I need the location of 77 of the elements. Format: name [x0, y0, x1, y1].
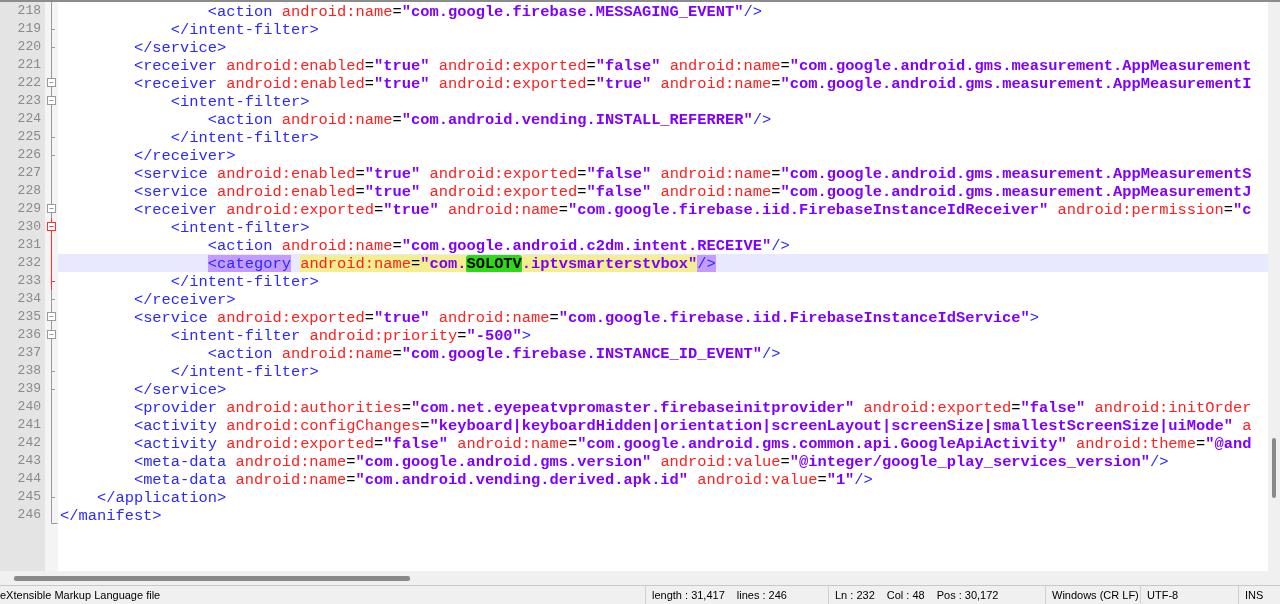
line-number: 230	[16, 218, 42, 236]
line-ending-text: Windows (CR LF)	[1052, 589, 1139, 601]
position-text: Pos : 30,172	[936, 589, 999, 601]
line-number: 220	[16, 38, 42, 56]
line-number: 235	[16, 308, 42, 326]
fold-toggle-icon[interactable]	[45, 326, 58, 344]
code-line: </application>	[95, 489, 227, 506]
fold-toggle-icon[interactable]	[45, 74, 58, 92]
code-line: <activity android:exported="false" android:name="com.google.android.gms.common.api.GoogleApiActivity" android:theme="@and	[132, 435, 1252, 452]
line-number: 241	[16, 416, 42, 434]
column-text: Col : 48	[886, 589, 925, 601]
line-number: 240	[16, 398, 42, 416]
code-line: </receiver>	[132, 291, 236, 308]
code-line: </intent-filter>	[169, 129, 319, 146]
code-line: </intent-filter>	[169, 21, 319, 38]
file-type-text: eXtensible Markup Language file	[0, 589, 161, 601]
line-number: 218	[16, 2, 42, 20]
fold-toggle-icon[interactable]	[45, 218, 58, 236]
code-line: <intent-filter android:priority="-500">	[169, 327, 532, 344]
scrollbar-thumb[interactable]	[14, 575, 410, 581]
code-line: </receiver>	[132, 147, 236, 164]
encoding-text: UTF-8	[1147, 589, 1179, 601]
code-line: </service>	[132, 381, 227, 398]
line-number: 242	[16, 434, 42, 452]
lines-text: lines : 246	[736, 589, 787, 601]
line-number: 238	[16, 362, 42, 380]
code-line: <service android:enabled="true" android:exported="false" android:name="com.google.android.gms.measurement.AppMeasurementJ	[132, 183, 1252, 200]
line-number: 228	[16, 182, 42, 200]
line-number: 223	[16, 92, 42, 110]
code-line: <meta-data android:name="com.google.android.gms.version" android:value="@integer/google_play_services_version"/>	[132, 453, 1169, 470]
line-position-text: Ln : 232	[835, 589, 875, 601]
line-number: 244	[16, 470, 42, 488]
code-line: <action android:name="com.google.android.c2dm.intent.RECEIVE"/>	[206, 237, 790, 254]
code-line: </manifest>	[60, 507, 162, 524]
scrollbar-thumb[interactable]	[1272, 438, 1276, 498]
line-number: 237	[16, 344, 42, 362]
code-line: <provider android:authorities="com.net.eyepeatvpromaster.firebaseinitprovider" android:exported="false" android:initOrder	[132, 399, 1252, 416]
fold-toggle-icon[interactable]	[45, 200, 58, 218]
code-line: <category android:name="com.SOLOTV.iptvsmarterstvbox"/>	[206, 255, 716, 272]
insert-mode-text: INS	[1245, 589, 1264, 601]
code-line: <intent-filter>	[169, 219, 310, 236]
code-line: <meta-data android:name="com.android.vending.derived.apk.id" android:value="1"/>	[132, 471, 873, 488]
code-line: <action android:name="com.google.firebase.MESSAGING_EVENT"/>	[206, 3, 762, 20]
line-number: 234	[16, 290, 42, 308]
line-number: 225	[16, 128, 42, 146]
line-number: 246	[16, 506, 42, 524]
horizontal-scrollbar[interactable]	[0, 571, 1268, 585]
line-number: 229	[16, 200, 42, 218]
fold-toggle-icon[interactable]	[45, 92, 58, 110]
code-line: <service android:enabled="true" android:exported="false" android:name="com.google.android.gms.measurement.AppMeasurementS	[132, 165, 1252, 182]
code-line: <action android:name="com.android.vending.INSTALL_REFERRER"/>	[206, 111, 772, 128]
line-number: 227	[16, 164, 42, 182]
line-number: 221	[16, 56, 42, 74]
line-number: 239	[16, 380, 42, 398]
code-line: <service android:exported="true" android:name="com.google.firebase.iid.FirebaseInstanceIdService">	[132, 309, 1040, 326]
length-text: length : 31,417	[652, 589, 725, 601]
code-line: <action android:name="com.google.firebase.INSTANCE_ID_EVENT"/>	[206, 345, 781, 362]
vertical-scrollbar[interactable]	[1268, 2, 1280, 585]
code-line: <intent-filter>	[169, 93, 310, 110]
line-number: 222	[16, 74, 42, 92]
line-number: 236	[16, 326, 42, 344]
line-number: 245	[16, 488, 42, 506]
code-line: <activity android:configChanges="keyboard|keyboardHidden|orientation|screenLayout|screenSize|smallestScreenSize|uiMode" a	[132, 417, 1252, 434]
line-number: 243	[16, 452, 42, 470]
line-number: 233	[16, 272, 42, 290]
fold-toggle-icon[interactable]	[45, 308, 58, 326]
line-number: 226	[16, 146, 42, 164]
code-line: <receiver android:enabled="true" android:exported="false" android:name="com.google.android.gms.measurement.AppMeasurement	[132, 57, 1252, 74]
code-line: <receiver android:exported="true" android:name="com.google.firebase.iid.FirebaseInstanceIdReceiver" android:permission="c	[132, 201, 1252, 218]
code-line: </service>	[132, 39, 227, 56]
line-number: 219	[16, 20, 42, 38]
code-line: </intent-filter>	[169, 273, 319, 290]
code-line: <receiver android:enabled="true" android:exported="true" android:name="com.google.android.gms.measurement.AppMeasurementI	[132, 75, 1252, 92]
line-number: 224	[16, 110, 42, 128]
code-line: </intent-filter>	[169, 363, 319, 380]
line-number: 232	[16, 254, 42, 272]
line-number: 231	[16, 236, 42, 254]
